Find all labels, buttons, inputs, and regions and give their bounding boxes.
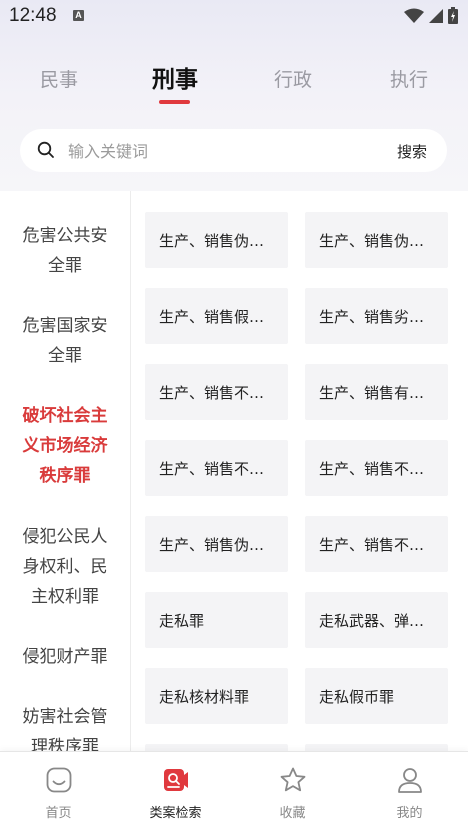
crime-card-label: 生产、销售有… (319, 383, 425, 402)
crime-card[interactable]: 生产、销售不… (145, 440, 288, 496)
crime-card[interactable] (305, 744, 448, 751)
nav-case-search-label: 类案检索 (149, 806, 202, 821)
nav-home[interactable]: 首页 (0, 752, 117, 833)
signal-icon (429, 8, 443, 23)
sidebar-item-national-security[interactable]: 危害国家安全罪 (0, 311, 130, 371)
tab-administrative[interactable]: 行政 (243, 60, 343, 104)
nav-favorites-label: 收藏 (279, 806, 306, 821)
crime-card-label: 走私假币罪 (319, 687, 395, 706)
crime-card-label: 生产、销售不… (319, 535, 425, 554)
case-search-icon (164, 769, 188, 791)
status-icons (404, 7, 458, 24)
crime-card[interactable] (145, 744, 288, 751)
crime-card-label: 生产、销售伪… (319, 231, 425, 250)
tab-enforcement[interactable]: 执行 (359, 60, 459, 104)
crime-card[interactable]: 生产、销售假… (145, 288, 288, 344)
sidebar-item-public-safety[interactable]: 危害公共安全罪 (0, 221, 130, 281)
star-icon (280, 767, 306, 792)
crime-card-label: 生产、销售伪… (159, 535, 265, 554)
crime-card[interactable]: 生产、销售不… (305, 440, 448, 496)
crime-card-label: 生产、销售劣… (319, 307, 425, 326)
crime-card-label: 生产、销售不… (319, 459, 425, 478)
header: 12:48 A 民事 刑事 行政 执行 搜索 (0, 0, 468, 191)
bottom-nav: 首页 类案检索 收藏 我的 (0, 751, 468, 833)
search-button[interactable]: 搜索 (397, 141, 427, 162)
search-bar: 搜索 (20, 129, 447, 172)
crime-list: 生产、销售伪… 生产、销售伪… 生产、销售假… 生产、销售劣… 生产、销售不… … (131, 191, 468, 751)
crime-card[interactable]: 生产、销售不… (145, 364, 288, 420)
crime-card[interactable]: 走私武器、弹… (305, 592, 448, 648)
sidebar-item-personal-rights[interactable]: 侵犯公民人身权利、民主权利罪 (0, 522, 130, 612)
crime-card[interactable]: 走私假币罪 (305, 668, 448, 724)
crime-card[interactable]: 生产、销售有… (305, 364, 448, 420)
crime-card[interactable]: 走私核材料罪 (145, 668, 288, 724)
crime-card-label: 走私罪 (159, 611, 205, 630)
crime-card-label: 走私核材料罪 (159, 687, 250, 706)
crime-card-label: 走私武器、弹… (319, 611, 425, 630)
sidebar-item-property[interactable]: 侵犯财产罪 (0, 642, 130, 672)
sidebar-item-social-management[interactable]: 妨害社会管理秩序罪 (0, 702, 130, 751)
status-time: 12:48 (9, 5, 57, 26)
crime-card-label: 生产、销售不… (159, 383, 265, 402)
crime-card[interactable]: 走私罪 (145, 592, 288, 648)
battery-icon (448, 7, 458, 24)
nav-profile[interactable]: 我的 (351, 752, 468, 833)
tab-civil[interactable]: 民事 (9, 60, 109, 104)
search-input[interactable] (68, 140, 368, 162)
crime-card-label: 生产、销售不… (159, 459, 265, 478)
category-tabs: 民事 刑事 行政 执行 (0, 60, 468, 110)
notification-icon: A (73, 10, 84, 21)
status-bar: 12:48 A (0, 0, 468, 34)
nav-profile-label: 我的 (396, 806, 423, 821)
nav-case-search[interactable]: 类案检索 (117, 752, 234, 833)
crime-card[interactable]: 生产、销售伪… (305, 212, 448, 268)
user-icon (398, 768, 422, 793)
active-tab-indicator (159, 100, 190, 104)
crime-card-label: 生产、销售假… (159, 307, 265, 326)
sidebar: 危害公共安全罪 危害国家安全罪 破坏社会主义市场经济秩序罪 侵犯公民人身权利、民… (0, 191, 131, 751)
crime-grid: 生产、销售伪… 生产、销售伪… 生产、销售假… 生产、销售劣… 生产、销售不… … (145, 212, 448, 751)
wifi-icon (404, 8, 424, 23)
crime-card[interactable]: 生产、销售劣… (305, 288, 448, 344)
crime-card[interactable]: 生产、销售不… (305, 516, 448, 572)
nav-home-label: 首页 (45, 806, 72, 821)
crime-card[interactable]: 生产、销售伪… (145, 516, 288, 572)
tab-criminal[interactable]: 刑事 (125, 60, 225, 104)
home-icon (46, 767, 72, 793)
nav-favorites[interactable]: 收藏 (234, 752, 351, 833)
search-icon (37, 141, 54, 158)
crime-card[interactable]: 生产、销售伪… (145, 212, 288, 268)
crime-card-label: 生产、销售伪… (159, 231, 265, 250)
sidebar-item-market-economy[interactable]: 破坏社会主义市场经济秩序罪 (0, 401, 130, 491)
